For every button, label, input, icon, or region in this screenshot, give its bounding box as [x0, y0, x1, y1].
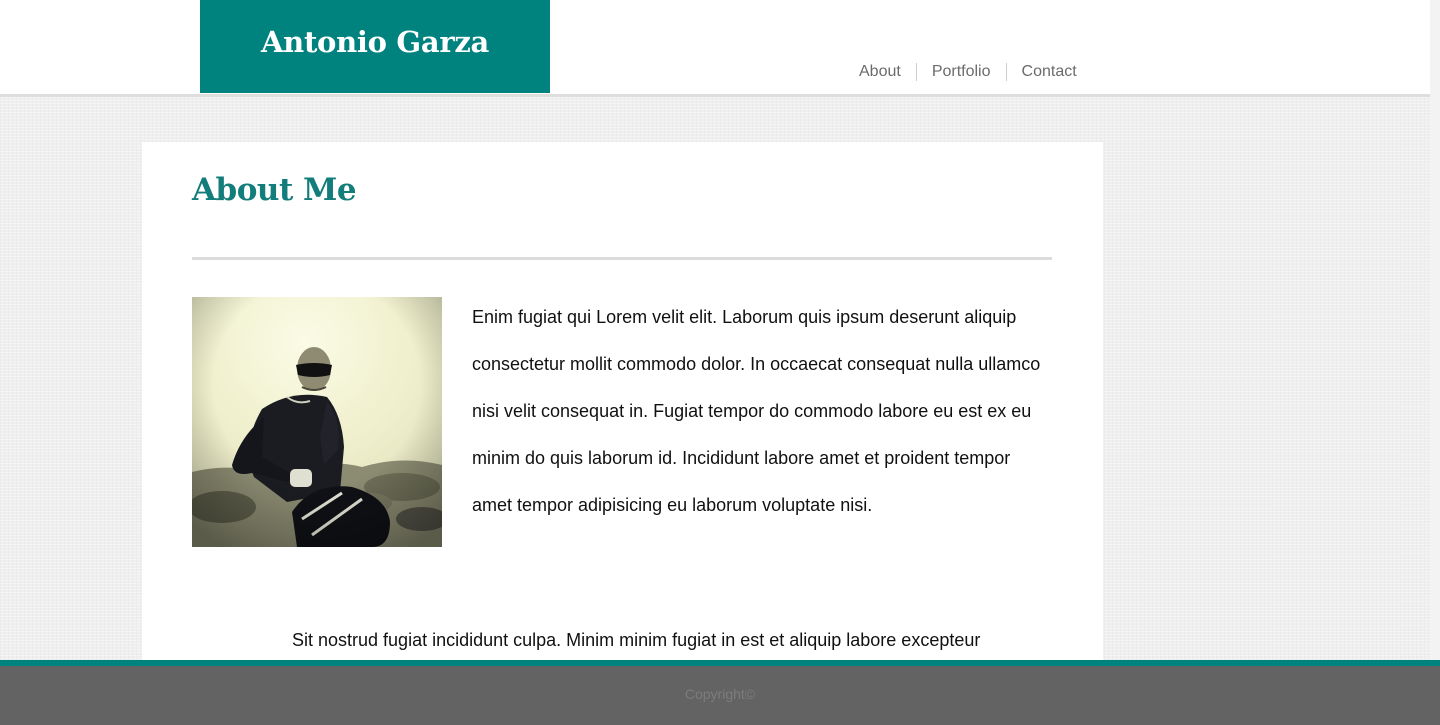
title-divider [192, 257, 1052, 260]
nav-link-about[interactable]: About [844, 63, 916, 81]
main-nav: About Portfolio Contact [844, 62, 1092, 82]
about-paragraph: Enim fugiat qui Lorem velit elit. Laboru… [472, 307, 1041, 515]
profile-photo [192, 297, 442, 547]
site-logo-text: Antonio Garza [260, 24, 490, 59]
copyright-text: Copyright© [684, 686, 756, 702]
content-card: About Me Enim fugiat qui Lorem velit eli… [142, 142, 1103, 662]
about-paragraph-secondary: Sit nostrud fugiat incididunt culpa. Min… [292, 630, 981, 650]
site-header: Antonio Garza About Portfolio Contact [0, 0, 1430, 97]
site-logo[interactable]: Antonio Garza [200, 0, 550, 93]
page-title: About Me [192, 172, 357, 208]
nav-link-portfolio[interactable]: Portfolio [917, 63, 1006, 81]
nav-link-contact[interactable]: Contact [1007, 63, 1092, 81]
site-footer: Copyright© [0, 660, 1440, 725]
profile-photo-image [192, 297, 442, 547]
scrollbar-gutter[interactable] [1430, 0, 1440, 660]
